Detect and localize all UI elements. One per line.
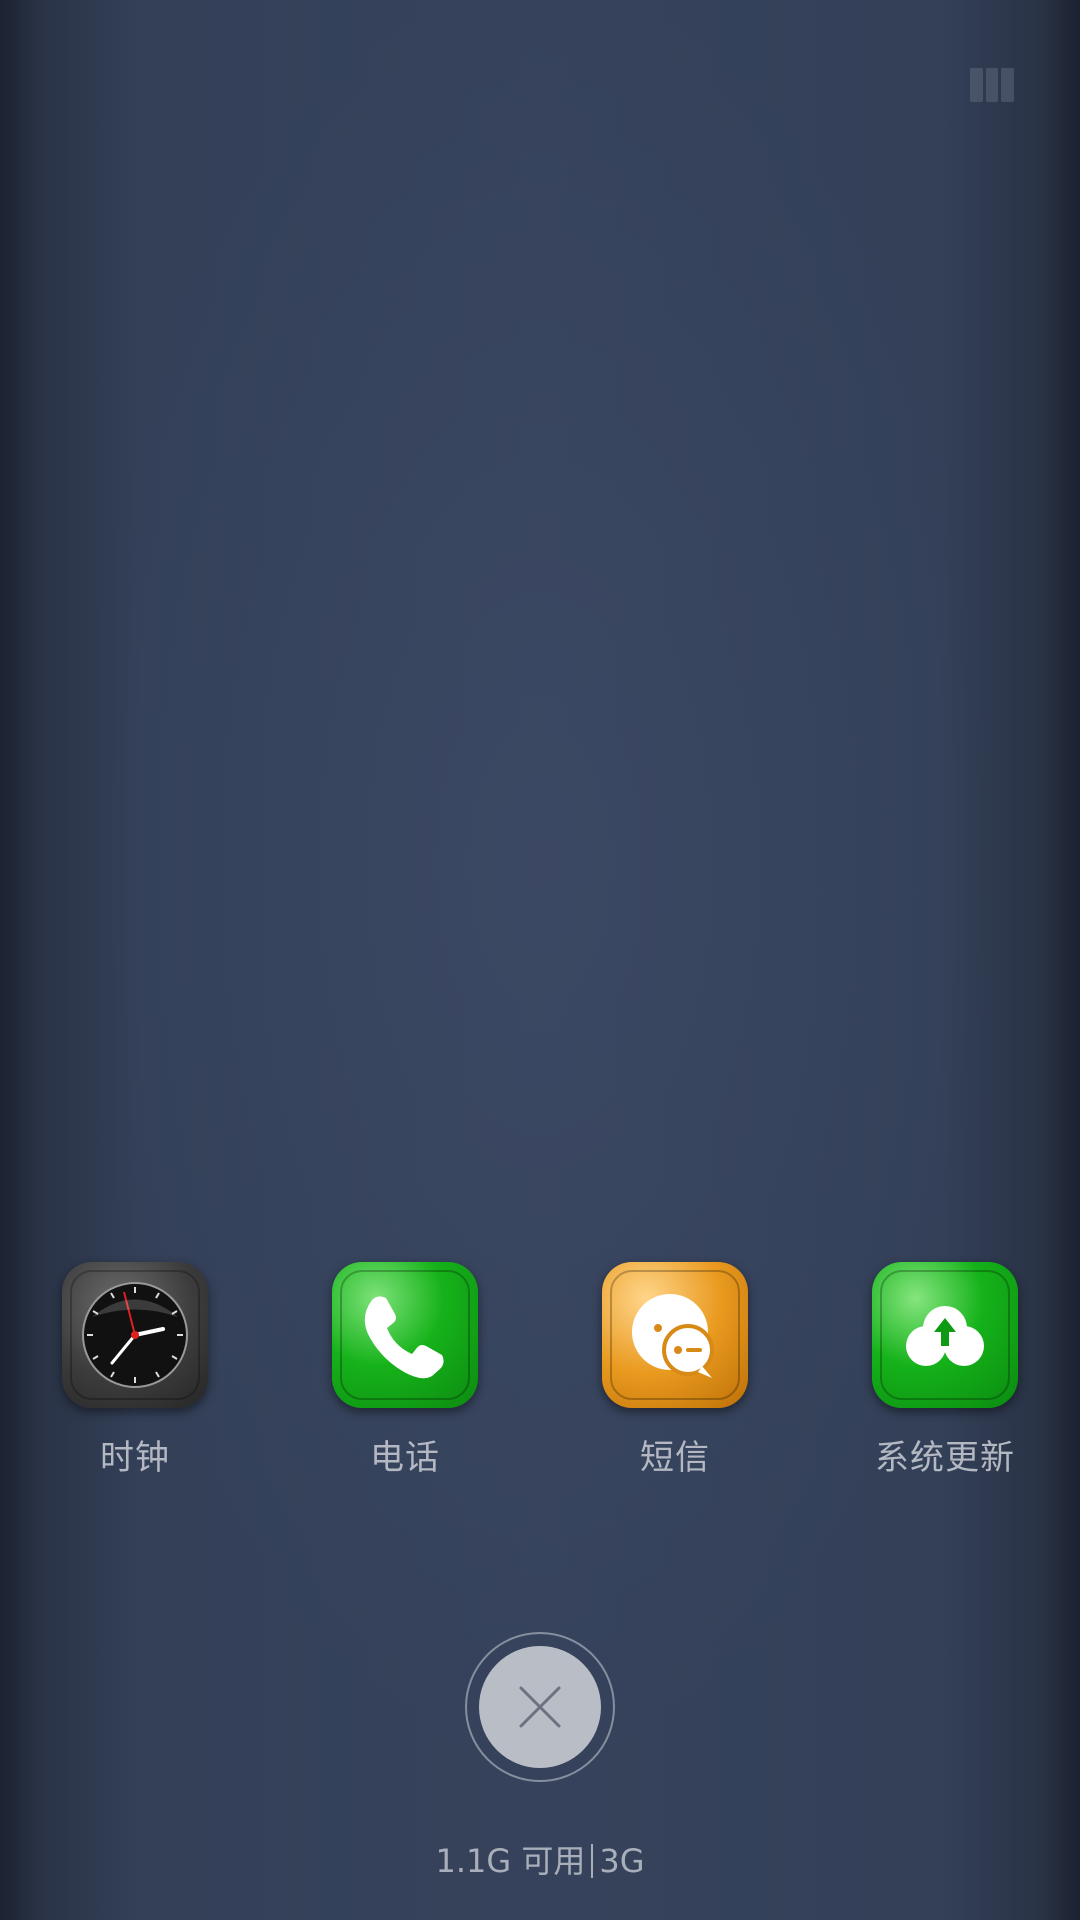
memory-separator bbox=[591, 1844, 594, 1878]
recent-app-label: 短信 bbox=[640, 1438, 710, 1478]
recent-app-phone[interactable]: 电话 bbox=[310, 1262, 500, 1479]
recent-app-clock[interactable]: 时钟 bbox=[40, 1262, 230, 1479]
phone-icon bbox=[332, 1262, 478, 1408]
recent-apps-screen: 时钟 电话 短信 系统更新 1.1G 可用 3G bbox=[0, 0, 1080, 1920]
close-icon bbox=[479, 1646, 601, 1768]
recent-app-label: 时钟 bbox=[100, 1438, 170, 1478]
recent-app-label: 系统更新 bbox=[875, 1438, 1015, 1478]
recent-app-label: 电话 bbox=[370, 1438, 440, 1478]
recent-app-sms[interactable]: 短信 bbox=[580, 1262, 770, 1479]
system-update-icon bbox=[872, 1262, 1018, 1408]
recent-indicator-icon bbox=[970, 68, 1015, 102]
clock-icon bbox=[62, 1262, 208, 1408]
recent-app-system-update[interactable]: 系统更新 bbox=[850, 1262, 1040, 1479]
memory-total: 3G bbox=[599, 1842, 645, 1880]
clear-all-button[interactable] bbox=[465, 1632, 615, 1782]
memory-status: 1.1G 可用 3G bbox=[0, 1836, 1080, 1882]
sms-icon bbox=[602, 1262, 748, 1408]
memory-available: 1.1G 可用 bbox=[435, 1842, 586, 1880]
